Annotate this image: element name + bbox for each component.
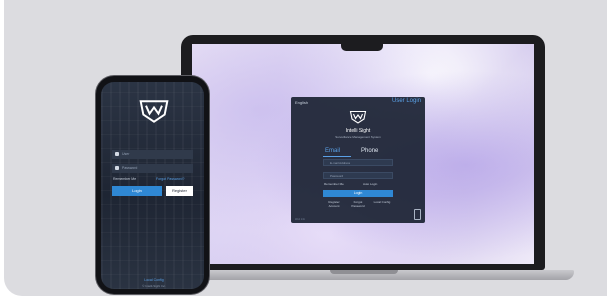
phone-forgot-password-link[interactable]: Forgot Password? [156,177,184,181]
active-tab-indicator [323,156,351,157]
login-button[interactable]: Login [323,190,393,197]
password-field[interactable]: Password [323,172,393,179]
forgot-password-link[interactable]: Forgot Password [349,200,367,208]
phone-user-placeholder: User [122,152,130,156]
login-card: English User Login Intelli Sight Surveil… [291,97,425,223]
brand-name: Intelli Sight [345,128,371,134]
register-account-link[interactable]: Register Account [325,200,343,208]
laptop-hinge-groove [330,270,398,274]
brand-logo-icon [349,110,367,124]
user-icon [115,152,119,156]
phone-register-button[interactable]: Register [166,186,193,196]
card-footer: Web Info [295,218,305,221]
laptop-notch [341,44,383,51]
phone-user-field[interactable]: User [112,150,193,159]
phone-remember-me-checkbox[interactable]: Remember Me [113,177,136,181]
phone-password-placeholder: Password [122,166,138,170]
tab-phone[interactable]: Phone [361,148,378,154]
mobile-device-icon[interactable] [414,209,421,220]
language-selector[interactable]: English [295,100,308,105]
phone-brand-logo-icon [139,100,169,123]
local-config-link[interactable]: Local Config [373,200,391,204]
tab-email[interactable]: Email [325,148,340,154]
remember-me-checkbox[interactable]: Remember Me [324,182,344,186]
email-field[interactable]: E-mail Address [323,159,393,166]
brand-subtitle: Surveillance Management System [335,135,381,139]
auto-login-checkbox[interactable]: Auto Login [363,182,377,186]
phone-password-field[interactable]: Password [112,164,193,173]
phone-login-button[interactable]: Login [112,186,162,196]
phone-local-config-link[interactable]: Local Config [120,278,188,282]
user-login-title: User Login [391,98,421,104]
phone-copyright: © Intelli-Sight Inc. [142,284,166,288]
lock-icon [115,166,119,170]
